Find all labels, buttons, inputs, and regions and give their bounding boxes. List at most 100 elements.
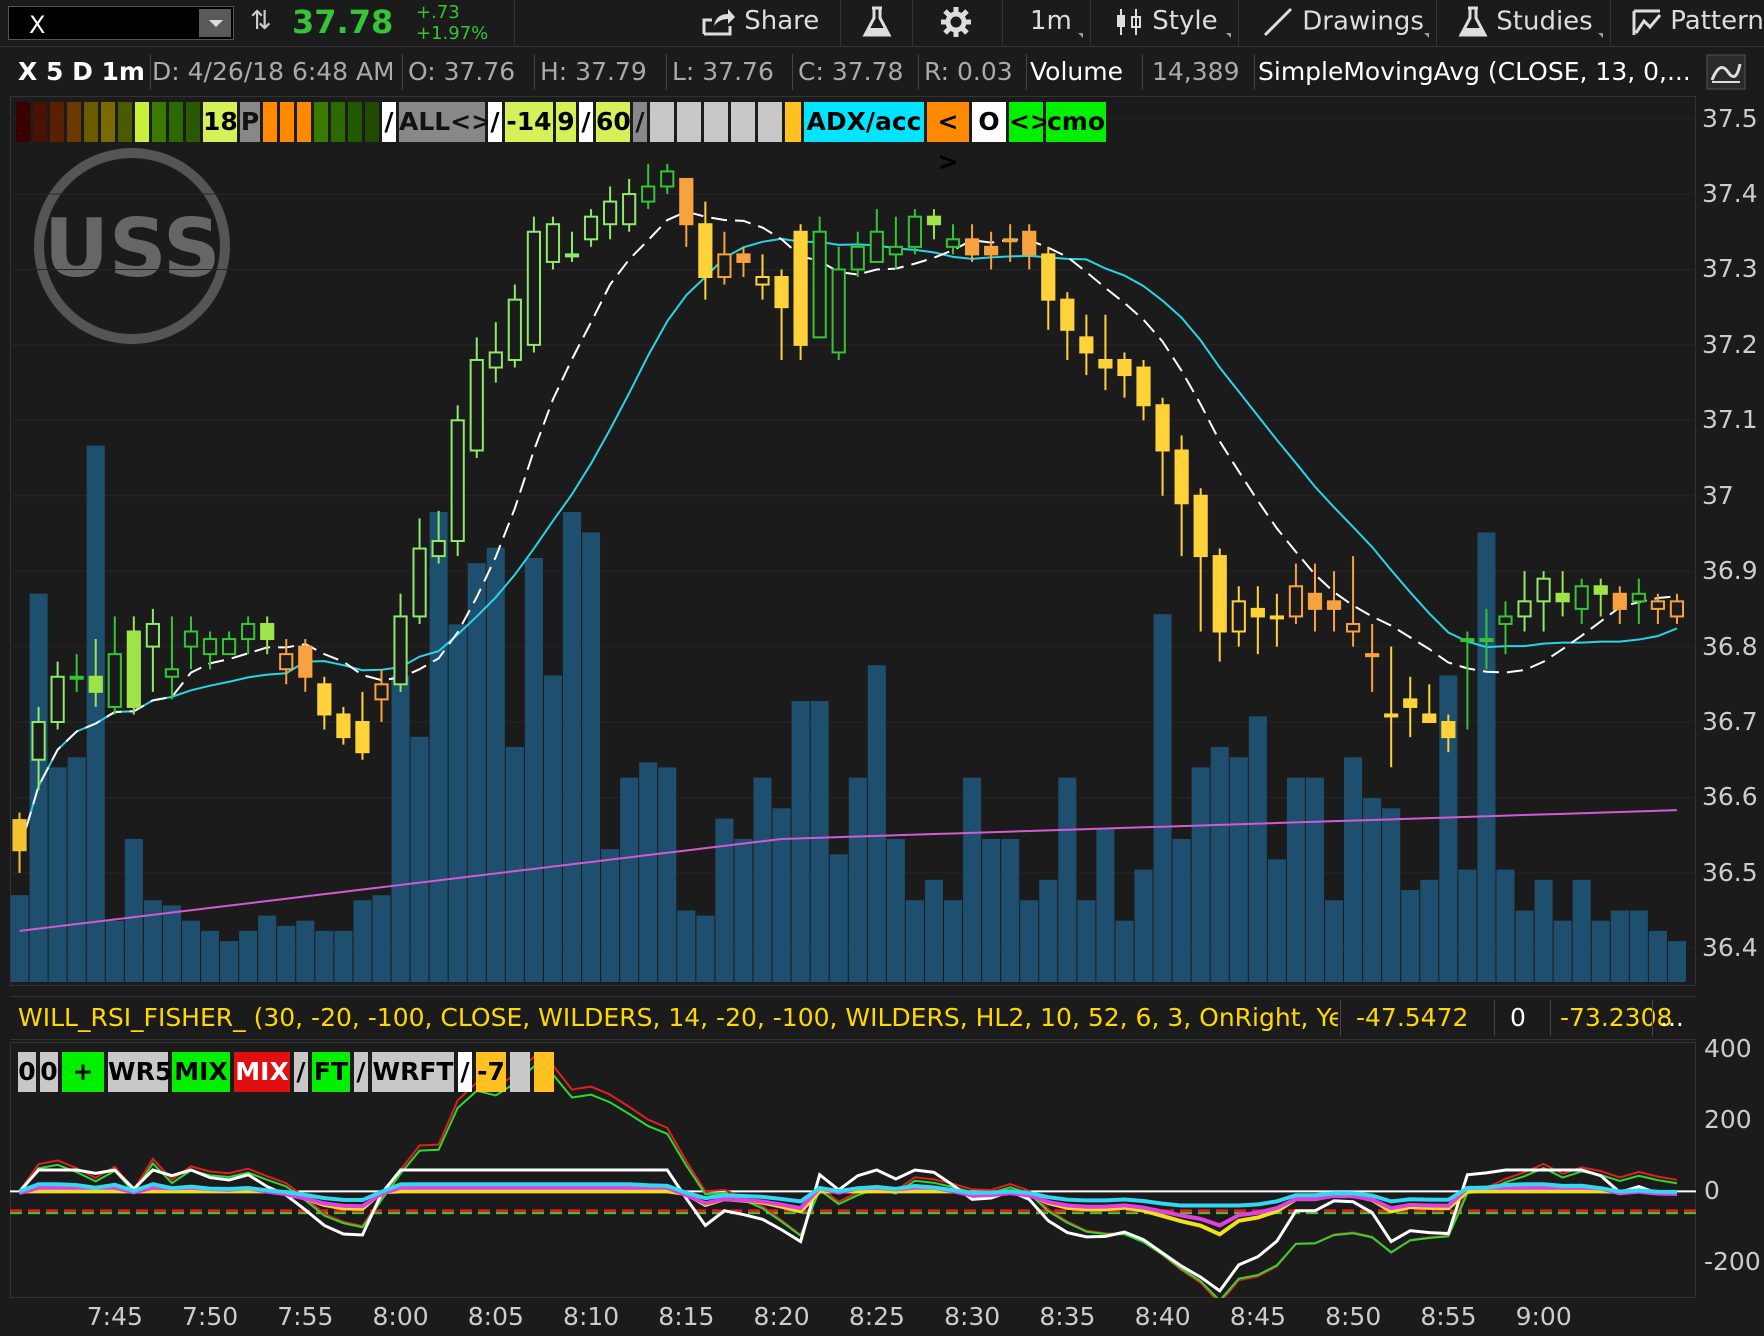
candle-body <box>221 638 237 656</box>
signal-chip: / <box>294 1052 308 1092</box>
signal-chip: P <box>240 102 260 142</box>
signal-chip: 18 <box>203 102 238 142</box>
price-chart <box>10 118 1696 983</box>
candle-body <box>145 622 160 648</box>
candle <box>679 177 694 247</box>
volume-bar <box>1020 900 1039 982</box>
volume-bar <box>239 930 258 982</box>
candle-body <box>603 200 618 226</box>
timeframe-button[interactable]: 1m <box>1030 6 1072 40</box>
candle <box>1365 623 1380 692</box>
signal-chip: ADX/acc <box>804 102 924 142</box>
candle <box>1098 314 1113 391</box>
candle-body <box>1441 721 1456 739</box>
settings-button[interactable] <box>940 6 972 40</box>
candle <box>1250 586 1265 655</box>
signal-chip <box>510 1052 530 1092</box>
sma-cyan-line <box>18 237 1678 851</box>
symbol-selector[interactable]: X <box>8 6 234 40</box>
link-icon[interactable]: ⇅ <box>250 6 272 36</box>
indicator-axis-label: 0 <box>1704 1176 1720 1206</box>
price-change: +.73 +1.97% <box>416 2 488 44</box>
symbol-dropdown-button[interactable] <box>199 9 231 37</box>
price-axis-label: 37 <box>1702 480 1734 510</box>
chart-id[interactable]: X 5 D 1m <box>18 52 148 92</box>
volume-bar <box>562 512 582 982</box>
bar-close: C: 37.78 <box>798 57 904 86</box>
time-axis-label: 8:00 <box>372 1302 429 1331</box>
indicator-more[interactable]: ... <box>1660 997 1690 1039</box>
candle <box>583 209 599 247</box>
candle <box>1022 224 1037 270</box>
price-axis[interactable]: 37.5 37.4 37.3 37.2 37.1 37 36.9 36.8 36.7 36.6 36… <box>1696 96 1764 986</box>
candle-body <box>469 358 484 452</box>
volume-bar <box>1229 757 1248 982</box>
volume-bar <box>524 557 543 982</box>
signal-chip: ALL<> <box>399 102 492 142</box>
style-button[interactable]: Style <box>1114 6 1218 40</box>
indicator-axis[interactable]: 400 200 0 -200 <box>1696 1034 1764 1298</box>
signal-chip: -14 <box>505 102 553 142</box>
candle-body <box>1098 358 1113 369</box>
volume-bar <box>639 762 658 982</box>
signal-chip <box>331 102 345 142</box>
candle <box>945 224 961 255</box>
indicator-header: WILL_RSI_FISHER_ (30, -20, -100, CLOSE, … <box>10 996 1696 1040</box>
candle <box>1669 593 1685 624</box>
time-axis-label: 8:15 <box>658 1302 715 1331</box>
drawings-button[interactable]: Drawings <box>1262 6 1424 40</box>
signal-chip: + <box>62 1052 104 1092</box>
volume-bar <box>772 808 791 982</box>
signal-chip: WRFT <box>372 1052 454 1092</box>
timeframe-label: 1m <box>1030 6 1072 36</box>
volume-value: 14,389 <box>1152 57 1240 86</box>
volume-bar <box>963 777 982 982</box>
patterns-button[interactable]: Patterns <box>1632 6 1764 40</box>
candle <box>1422 684 1437 724</box>
volume-bar <box>353 900 372 982</box>
candle <box>488 322 503 383</box>
candle <box>1117 352 1132 398</box>
time-axis-label: 8:30 <box>944 1302 1001 1331</box>
volume-bar <box>924 879 943 982</box>
candle-body <box>660 170 675 188</box>
signal-chip <box>152 102 166 142</box>
studies-flask-icon <box>1458 6 1488 37</box>
candle <box>564 231 580 262</box>
signal-chip <box>650 102 674 142</box>
signal-chip <box>731 102 755 142</box>
flask-button[interactable] <box>862 6 892 40</box>
indicator-axis-label: 200 <box>1704 1105 1752 1135</box>
share-button[interactable]: Share <box>702 6 819 40</box>
signal-chip: MIX <box>234 1052 290 1092</box>
signal-chip <box>534 1052 554 1092</box>
candle <box>107 616 122 715</box>
candle-body <box>1079 336 1094 354</box>
candle <box>1231 586 1246 647</box>
candle-body <box>1288 585 1304 618</box>
drawings-label: Drawings <box>1302 6 1424 37</box>
candle <box>126 616 141 715</box>
indicator-title[interactable]: WILL_RSI_FISHER_ (30, -20, -100, CLOSE, … <box>18 997 1338 1039</box>
candle-body <box>1212 555 1227 633</box>
study-label[interactable]: SimpleMovingAvg (CLOSE, 13, 0,... <box>1258 52 1688 92</box>
candle-body <box>1498 615 1513 625</box>
candle <box>717 231 732 285</box>
candle-body <box>1041 253 1056 301</box>
candle-body <box>1003 238 1018 243</box>
studies-button[interactable]: Studies <box>1458 6 1593 40</box>
style-label: Style <box>1152 6 1218 36</box>
time-axis-label: 7:55 <box>277 1302 334 1331</box>
candle <box>1631 578 1646 624</box>
candle <box>221 631 237 656</box>
candle-body <box>679 177 694 226</box>
signal-chip: < > <box>927 102 969 176</box>
candle-body <box>888 245 903 256</box>
time-axis[interactable]: 7:45 7:50 7:55 8:00 8:05 8:10 8:15 8:20 8:25 8:30… <box>10 1302 1696 1336</box>
candle-body <box>698 223 713 279</box>
candle <box>869 209 884 263</box>
chart-style-icon[interactable] <box>1706 54 1746 90</box>
volume-bar <box>1591 920 1610 982</box>
candle <box>202 631 218 670</box>
candle <box>1555 571 1570 617</box>
